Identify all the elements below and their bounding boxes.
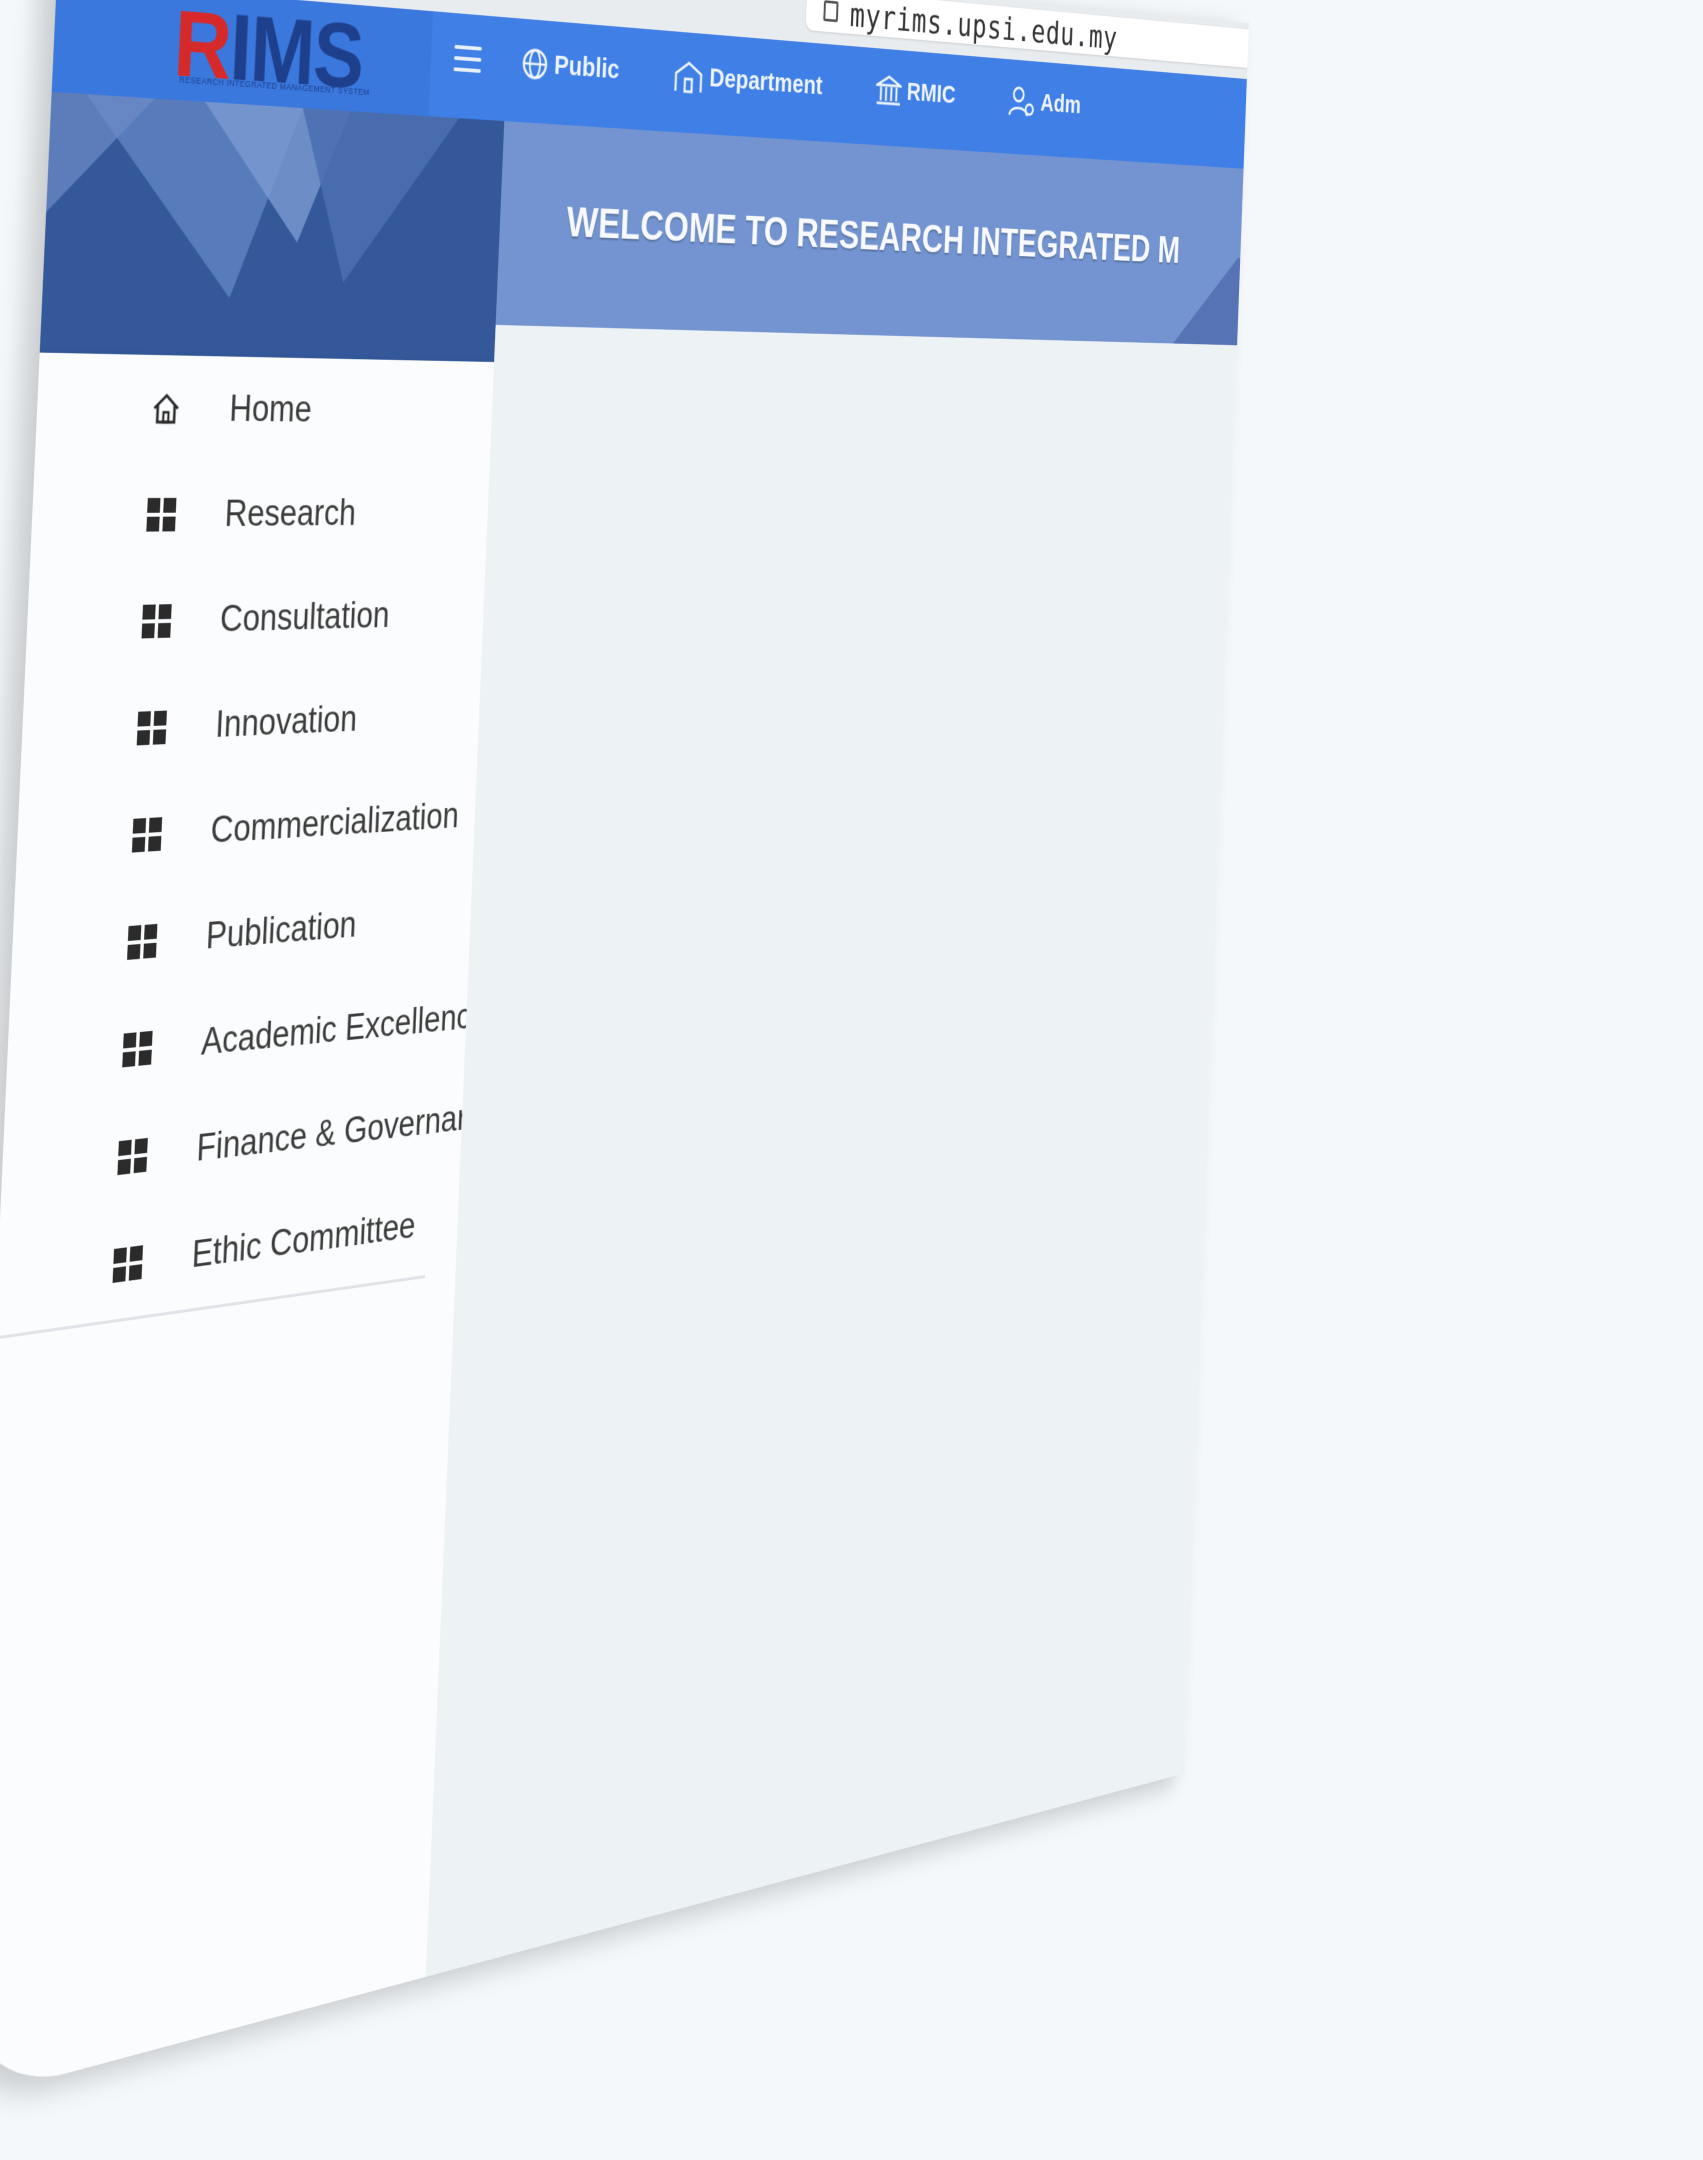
nav-public[interactable]: Public [521, 46, 620, 86]
home-icon [148, 388, 183, 428]
globe-icon [521, 46, 549, 81]
grid-icon [144, 495, 179, 535]
grid-icon [110, 1242, 146, 1286]
stage: myrims.upsi.edu.my RIMS RESEARCH INTEGRA… [0, 0, 1703, 2160]
nav-admin[interactable]: Adm [1008, 85, 1081, 122]
sidebar-header-graphic [46, 91, 460, 301]
sidebar-item-label: Consultation [219, 595, 391, 640]
grid-icon [129, 814, 165, 856]
sidebar-item-label: Home [228, 388, 313, 430]
sidebar-item-label: Finance & Governance [195, 1093, 505, 1170]
sidebar-item-label: Ethic Committee [191, 1205, 417, 1276]
institution-icon [875, 74, 902, 107]
nav-department-label: Department [708, 62, 824, 101]
building-icon [673, 58, 705, 94]
sidebar-item-home[interactable]: Home [35, 353, 494, 463]
nav-admin-label: Adm [1040, 88, 1082, 120]
sidebar-item-label: Research [223, 492, 357, 535]
nav-public-label: Public [553, 49, 621, 85]
grid-icon [124, 921, 160, 963]
sidebar-header [39, 91, 505, 363]
grid-icon [134, 708, 170, 749]
address-text: myrims.upsi.edu.my [849, 0, 1119, 57]
sidebar-item-label: Innovation [214, 698, 358, 746]
browser-screen: myrims.upsi.edu.my RIMS RESEARCH INTEGRA… [0, 0, 1249, 2102]
sidebar-item-research[interactable]: Research [30, 461, 490, 570]
admin-user-icon [1008, 85, 1036, 119]
grid-icon [139, 601, 175, 641]
sidebar: Home Research Consultation Innovation Co… [0, 352, 504, 2102]
hamburger-menu-icon[interactable] [453, 44, 482, 73]
grid-icon [120, 1028, 156, 1071]
lock-icon [823, 0, 839, 23]
nav-rmic-label: RMIC [906, 77, 957, 110]
nav-rmic[interactable]: RMIC [875, 74, 956, 111]
grid-icon [115, 1135, 151, 1179]
sidebar-item-label: Commercialization [209, 795, 460, 852]
sidebar-item-label: Academic Excellence [200, 994, 488, 1064]
sidebar-item-consultation[interactable]: Consultation [25, 563, 486, 679]
sidebar-item-label: Publication [205, 904, 358, 957]
sidebar-menu: Home Research Consultation Innovation Co… [0, 353, 504, 1337]
welcome-title: WELCOME TO RESEARCH INTEGRATED M [565, 197, 1181, 272]
main-content [419, 324, 1249, 2102]
